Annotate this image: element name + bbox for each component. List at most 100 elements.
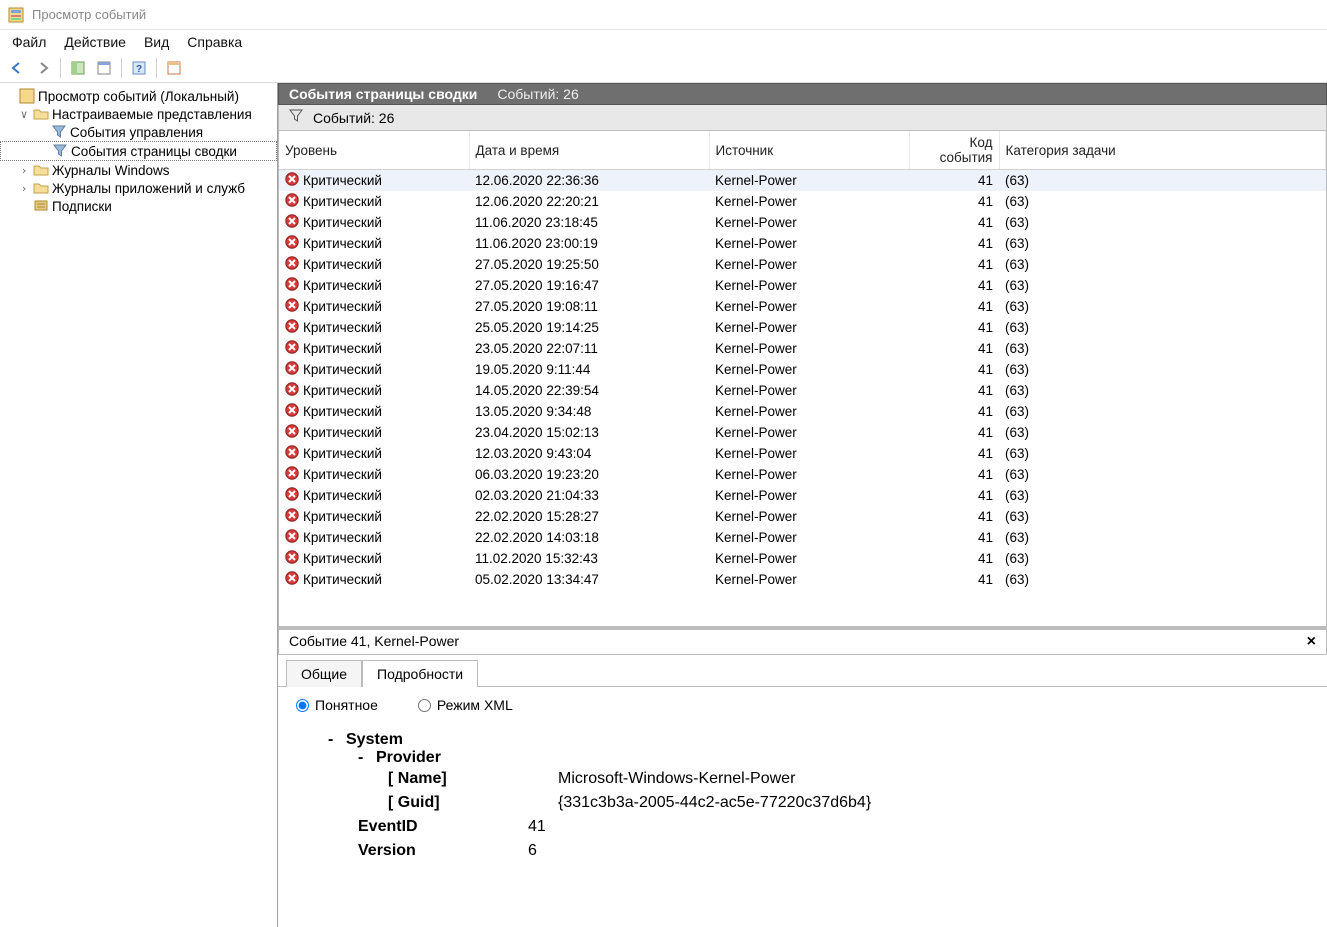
table-row[interactable]: Критический19.05.2020 9:11:44Kernel-Powe… (279, 359, 1326, 380)
expand-icon[interactable]: › (18, 164, 30, 177)
tree-summary-events[interactable]: События страницы сводки (0, 141, 277, 161)
cell-source: Kernel-Power (709, 527, 909, 548)
cell-eventid: 41 (909, 527, 999, 548)
filter-icon (51, 124, 67, 140)
cell-source: Kernel-Power (709, 569, 909, 590)
event-table-wrap[interactable]: Уровень Дата и время Источник Код событи… (278, 131, 1327, 627)
table-row[interactable]: Критический22.02.2020 15:28:27Kernel-Pow… (279, 506, 1326, 527)
help-button[interactable]: ? (128, 57, 150, 79)
table-row[interactable]: Критический23.05.2020 22:07:11Kernel-Pow… (279, 338, 1326, 359)
table-row[interactable]: Критический14.05.2020 22:39:54Kernel-Pow… (279, 380, 1326, 401)
tree-root[interactable]: Просмотр событий (Локальный) (0, 87, 277, 105)
nav-back-button[interactable] (6, 57, 28, 79)
table-row[interactable]: Критический05.02.2020 13:34:47Kernel-Pow… (279, 569, 1326, 590)
provider-name-key: [ Name] (388, 770, 528, 788)
col-source[interactable]: Источник (709, 131, 909, 170)
toolbar: ? (0, 54, 1327, 83)
col-eventid[interactable]: Код события (909, 131, 999, 170)
tree-admin-events[interactable]: События управления (0, 123, 277, 141)
tree-root-label: Просмотр событий (Локальный) (38, 89, 239, 104)
menu-view[interactable]: Вид (144, 34, 169, 50)
cell-eventid: 41 (909, 401, 999, 422)
cell-eventid: 41 (909, 233, 999, 254)
cell-source: Kernel-Power (709, 485, 909, 506)
table-row[interactable]: Критический02.03.2020 21:04:33Kernel-Pow… (279, 485, 1326, 506)
eventid-key: EventID (358, 818, 498, 836)
cell-category: (63) (999, 548, 1326, 569)
col-level[interactable]: Уровень (279, 131, 469, 170)
properties-button[interactable] (93, 57, 115, 79)
cell-category: (63) (999, 485, 1326, 506)
table-row[interactable]: Критический23.04.2020 15:02:13Kernel-Pow… (279, 422, 1326, 443)
content-header-count: Событий: 26 (497, 86, 578, 102)
detail-close-button[interactable]: × (1307, 633, 1316, 651)
menu-action[interactable]: Действие (64, 34, 126, 50)
table-row[interactable]: Критический27.05.2020 19:25:50Kernel-Pow… (279, 254, 1326, 275)
cell-datetime: 06.03.2020 19:23:20 (469, 464, 709, 485)
collapse-icon[interactable]: ∨ (18, 108, 30, 121)
table-row[interactable]: Критический25.05.2020 19:14:25Kernel-Pow… (279, 317, 1326, 338)
menu-file[interactable]: Файл (12, 34, 46, 50)
tree-subscriptions[interactable]: Подписки (0, 197, 277, 215)
table-row[interactable]: Критический11.06.2020 23:18:45Kernel-Pow… (279, 212, 1326, 233)
table-row[interactable]: Критический12.06.2020 22:36:36Kernel-Pow… (279, 170, 1326, 192)
cell-level: Критический (279, 233, 469, 254)
table-row[interactable]: Критический22.02.2020 14:03:18Kernel-Pow… (279, 527, 1326, 548)
radio-friendly-input[interactable] (296, 699, 309, 712)
version-key: Version (358, 842, 498, 860)
error-icon (285, 487, 299, 504)
col-datetime[interactable]: Дата и время (469, 131, 709, 170)
table-row[interactable]: Критический11.02.2020 15:32:43Kernel-Pow… (279, 548, 1326, 569)
level-text: Критический (303, 194, 382, 209)
cell-datetime: 05.02.2020 13:34:47 (469, 569, 709, 590)
cell-level: Критический (279, 191, 469, 212)
tree-windows-logs[interactable]: › Журналы Windows (0, 161, 277, 179)
content-pane: События страницы сводки Событий: 26 Собы… (278, 83, 1327, 927)
filter-count: Событий: 26 (313, 110, 394, 126)
error-icon (285, 424, 299, 441)
error-icon (285, 256, 299, 273)
cell-datetime: 12.06.2020 22:36:36 (469, 170, 709, 192)
error-icon (285, 277, 299, 294)
cell-datetime: 11.06.2020 23:00:19 (469, 233, 709, 254)
cell-eventid: 41 (909, 338, 999, 359)
nav-forward-button[interactable] (32, 57, 54, 79)
level-text: Критический (303, 257, 382, 272)
expand-icon[interactable]: › (18, 182, 30, 195)
error-icon (285, 466, 299, 483)
extra-button[interactable] (163, 57, 185, 79)
radio-friendly[interactable]: Понятное (296, 697, 378, 713)
radio-xml[interactable]: Режим XML (418, 697, 513, 713)
col-category[interactable]: Категория задачи (999, 131, 1326, 170)
cell-level: Критический (279, 464, 469, 485)
menu-help[interactable]: Справка (187, 34, 242, 50)
error-icon (285, 508, 299, 525)
table-row[interactable]: Критический06.03.2020 19:23:20Kernel-Pow… (279, 464, 1326, 485)
filter-icon[interactable] (289, 109, 303, 126)
radio-xml-input[interactable] (418, 699, 431, 712)
window-title: Просмотр событий (32, 7, 146, 22)
tab-details[interactable]: Подробности (362, 660, 478, 687)
level-text: Критический (303, 488, 382, 503)
tree-app-logs[interactable]: › Журналы приложений и служб (0, 179, 277, 197)
detail-body[interactable]: -System -Provider [ Name] Microsoft-Wind… (278, 723, 1327, 927)
cell-eventid: 41 (909, 443, 999, 464)
show-hide-tree-button[interactable] (67, 57, 89, 79)
error-icon (285, 571, 299, 588)
tab-general[interactable]: Общие (286, 660, 362, 687)
table-row[interactable]: Критический12.03.2020 9:43:04Kernel-Powe… (279, 443, 1326, 464)
tree-custom-views[interactable]: ∨ Настраиваемые представления (0, 105, 277, 123)
cell-category: (63) (999, 359, 1326, 380)
subscriptions-icon (33, 198, 49, 214)
cell-source: Kernel-Power (709, 275, 909, 296)
table-row[interactable]: Критический13.05.2020 9:34:48Kernel-Powe… (279, 401, 1326, 422)
error-icon (285, 298, 299, 315)
table-row[interactable]: Критический27.05.2020 19:08:11Kernel-Pow… (279, 296, 1326, 317)
cell-category: (63) (999, 401, 1326, 422)
table-row[interactable]: Критический11.06.2020 23:00:19Kernel-Pow… (279, 233, 1326, 254)
table-row[interactable]: Критический27.05.2020 19:16:47Kernel-Pow… (279, 275, 1326, 296)
cell-source: Kernel-Power (709, 212, 909, 233)
table-row[interactable]: Критический12.06.2020 22:20:21Kernel-Pow… (279, 191, 1326, 212)
cell-datetime: 25.05.2020 19:14:25 (469, 317, 709, 338)
menubar: Файл Действие Вид Справка (0, 30, 1327, 54)
